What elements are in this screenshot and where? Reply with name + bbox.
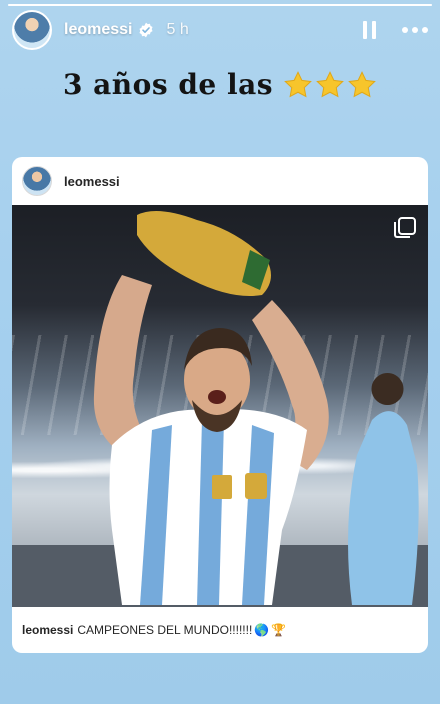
- player-photo: [12, 211, 428, 607]
- post-caption: leomessi CAMPEONES DEL MUNDO!!!!!!! 🌎 🏆: [12, 607, 428, 653]
- post-avatar[interactable]: [22, 166, 52, 196]
- trophy-emoji: 🏆: [271, 623, 287, 637]
- story-header: leomessi 5 h: [0, 8, 440, 52]
- post-image[interactable]: [12, 205, 428, 607]
- reshared-post-card[interactable]: leomessi leomessi CAMPEONES DEL MUNDO!!!…: [12, 157, 428, 653]
- post-caption-text: CAMPEONES DEL MUNDO!!!!!!!: [77, 623, 253, 637]
- globe-emoji: 🌎: [254, 623, 270, 637]
- story-progress-bar: [8, 4, 432, 6]
- pause-icon[interactable]: [363, 21, 376, 39]
- story-caption-text: 3 años de las: [62, 68, 274, 101]
- story-caption: 3 años de las: [0, 68, 440, 101]
- avatar[interactable]: [12, 10, 52, 50]
- verified-badge-icon: [139, 22, 154, 38]
- carousel-icon: [394, 217, 416, 238]
- star-icon: [348, 70, 376, 97]
- story-timestamp: 5 h: [166, 21, 189, 38]
- star-icon: [316, 70, 344, 97]
- more-icon[interactable]: [402, 27, 428, 33]
- post-caption-username[interactable]: leomessi: [22, 623, 73, 637]
- post-header: leomessi: [12, 157, 428, 205]
- story-progress-fill: [8, 4, 432, 6]
- star-emojis: [283, 70, 377, 100]
- story-username[interactable]: leomessi: [64, 21, 132, 39]
- post-username[interactable]: leomessi: [64, 174, 120, 189]
- star-icon: [284, 70, 312, 97]
